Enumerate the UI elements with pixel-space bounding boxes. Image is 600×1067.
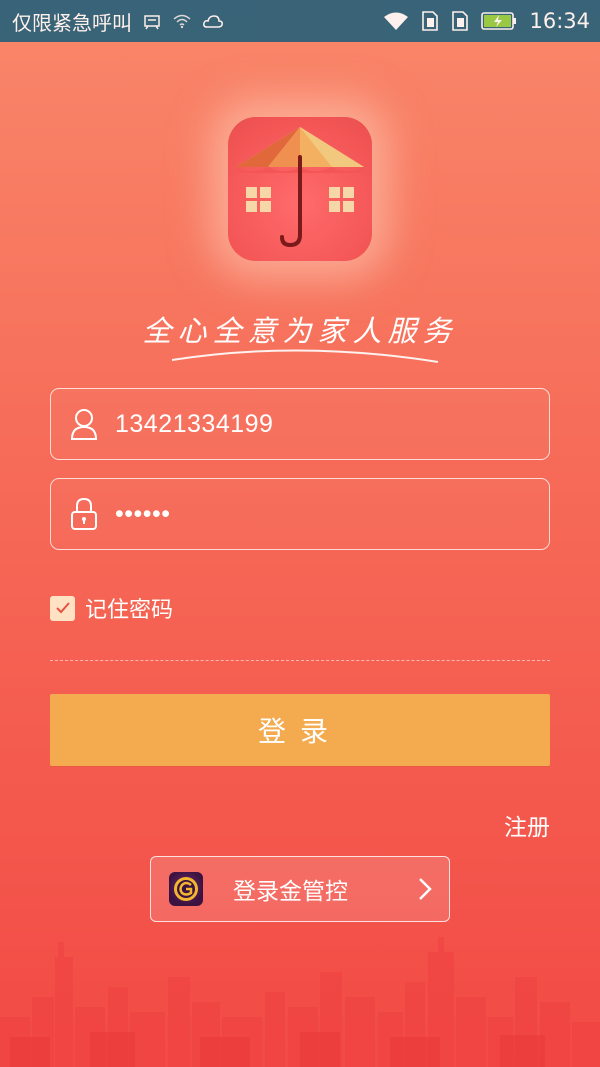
remember-label: 记住密码: [85, 598, 174, 623]
password-field[interactable]: ••••••: [50, 478, 550, 550]
carrier-text: 仅限紧急呼叫: [12, 10, 132, 35]
lock-icon: [67, 494, 101, 534]
phone-field[interactable]: 13421334199: [50, 388, 550, 460]
sim-icon: [142, 12, 162, 30]
jinguankong-logo-icon: [169, 872, 203, 906]
phone-input[interactable]: 13421334199: [115, 410, 273, 439]
sim2-icon: [451, 10, 469, 32]
password-input[interactable]: ••••••: [115, 500, 171, 529]
app-logo: [228, 117, 372, 261]
city-skyline-decoration: [0, 937, 600, 1067]
remember-password[interactable]: 记住密码: [50, 592, 173, 624]
status-bar: 仅限紧急呼叫 16:34: [0, 0, 600, 42]
check-icon: [55, 602, 70, 614]
clock-text: 16:34: [529, 9, 590, 33]
battery-charging-icon: [481, 11, 517, 31]
chevron-right-icon: [417, 876, 433, 902]
user-icon: [67, 404, 101, 444]
cloud-icon: [202, 13, 224, 29]
remember-checkbox[interactable]: [50, 595, 75, 621]
wifi-icon: [383, 11, 409, 31]
login-button[interactable]: 登录: [50, 694, 550, 766]
register-link[interactable]: 注册: [504, 808, 550, 842]
sim1-icon: [421, 10, 439, 32]
alt-login-label: 登录金管控: [233, 879, 348, 905]
alt-login-button[interactable]: 登录金管控: [150, 856, 450, 922]
wifi-question-icon: [172, 13, 192, 29]
divider: [50, 660, 550, 661]
slogan-swoosh: [171, 349, 439, 363]
